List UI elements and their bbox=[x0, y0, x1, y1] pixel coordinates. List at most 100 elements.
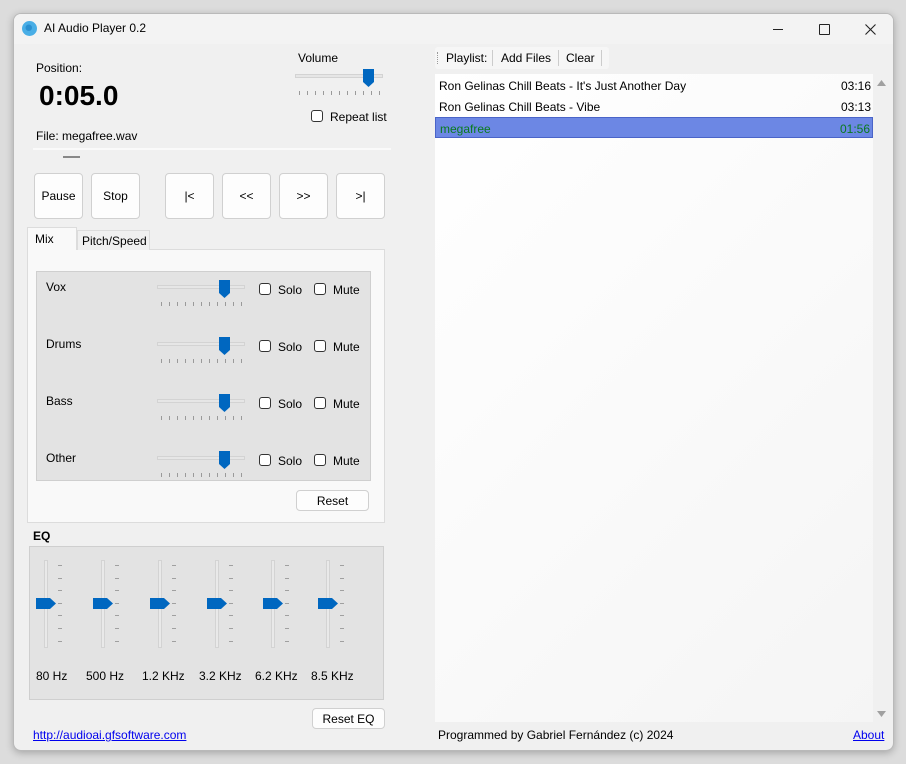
mute-checkbox[interactable] bbox=[314, 454, 326, 466]
maximize-icon bbox=[818, 23, 830, 35]
eq-band-slider[interactable] bbox=[150, 560, 190, 656]
maximize-button[interactable] bbox=[801, 14, 847, 44]
fast-forward-button[interactable]: >> bbox=[279, 173, 328, 219]
tick-mark bbox=[172, 565, 176, 566]
tick-mark bbox=[209, 359, 210, 363]
playlist-item[interactable]: megafree 01:56 bbox=[435, 117, 873, 138]
seek-track[interactable] bbox=[33, 148, 391, 150]
playlist-item-duration: 01:56 bbox=[839, 122, 870, 136]
tick-mark bbox=[115, 590, 119, 592]
reset-eq-button[interactable]: Reset EQ bbox=[312, 708, 385, 729]
eq-slider-thumb[interactable] bbox=[263, 598, 283, 612]
window-title: AI Audio Player 0.2 bbox=[44, 21, 147, 35]
eq-band-slider[interactable] bbox=[263, 560, 303, 656]
close-button[interactable] bbox=[847, 14, 893, 44]
clear-button[interactable]: Clear bbox=[566, 51, 595, 65]
next-track-button[interactable]: >| bbox=[336, 173, 385, 219]
playlist-scrollbar[interactable] bbox=[873, 74, 891, 722]
repeat-list-label: Repeat list bbox=[330, 110, 387, 124]
tick-mark bbox=[172, 577, 176, 579]
minimize-button[interactable] bbox=[755, 14, 801, 44]
tick-mark bbox=[233, 359, 234, 363]
tab-pitch-speed[interactable]: Pitch/Speed bbox=[77, 230, 150, 250]
solo-checkbox[interactable] bbox=[259, 397, 271, 409]
eq-slider-thumb[interactable] bbox=[36, 598, 56, 612]
rewind-button[interactable]: << bbox=[222, 173, 271, 219]
mute-checkbox[interactable] bbox=[314, 340, 326, 352]
mix-track-name: Other bbox=[46, 451, 77, 465]
eq-band-label: 1.2 KHz bbox=[142, 669, 185, 683]
mute-checkbox[interactable] bbox=[314, 397, 326, 409]
eq-band-slider[interactable] bbox=[36, 560, 76, 656]
eq-band-label: 500 Hz bbox=[86, 669, 125, 683]
eq-slider-thumb[interactable] bbox=[207, 598, 227, 612]
mix-panel: Vox Solo Mute Drums Solo Mute Bass Solo Mute Othe… bbox=[36, 271, 371, 481]
tick-mark bbox=[355, 91, 356, 95]
tick-mark bbox=[58, 565, 62, 566]
playlist[interactable]: Ron Gelinas Chill Beats - It's Just Anot… bbox=[435, 74, 873, 722]
tick-mark bbox=[340, 590, 344, 592]
tick-mark bbox=[340, 602, 344, 604]
website-link[interactable]: http://audioai.gfsoftware.com bbox=[33, 728, 186, 742]
tick-mark bbox=[169, 359, 170, 363]
tick-mark bbox=[217, 416, 218, 420]
mute-checkbox[interactable] bbox=[314, 283, 326, 295]
seek-thumb[interactable] bbox=[63, 156, 81, 158]
tick-mark bbox=[323, 91, 324, 95]
mix-level-slider-thumb[interactable] bbox=[218, 337, 230, 355]
solo-checkbox[interactable] bbox=[259, 340, 271, 352]
repeat-list-checkbox[interactable] bbox=[311, 110, 323, 122]
mix-reset-button[interactable]: Reset bbox=[296, 490, 369, 511]
pause-button[interactable]: Pause bbox=[34, 173, 83, 219]
mix-track-level-slider[interactable] bbox=[157, 451, 245, 479]
previous-track-button[interactable]: |< bbox=[165, 173, 214, 219]
solo-label: Solo bbox=[278, 397, 303, 411]
tick-mark bbox=[340, 628, 344, 629]
scroll-up-icon[interactable] bbox=[877, 80, 886, 86]
position-value: 0:05.0 bbox=[39, 80, 119, 111]
about-link[interactable]: About bbox=[853, 728, 884, 742]
mix-level-slider-track[interactable] bbox=[157, 285, 245, 289]
scroll-down-icon[interactable] bbox=[877, 711, 886, 717]
playlist-item-name: Ron Gelinas Chill Beats - It's Just Anot… bbox=[439, 79, 687, 93]
playlist-title: Playlist: bbox=[446, 51, 488, 65]
eq-slider-thumb[interactable] bbox=[93, 598, 113, 612]
mix-level-slider-thumb[interactable] bbox=[218, 451, 230, 469]
add-files-button[interactable]: Add Files bbox=[501, 51, 551, 65]
eq-band-slider[interactable] bbox=[93, 560, 133, 656]
eq-band-slider[interactable] bbox=[207, 560, 247, 656]
tick-mark bbox=[209, 302, 210, 306]
mix-track-level-slider[interactable] bbox=[157, 394, 245, 422]
tick-mark bbox=[241, 473, 242, 477]
mix-track-level-slider[interactable] bbox=[157, 337, 245, 365]
mix-level-slider-track[interactable] bbox=[157, 456, 245, 460]
stop-button[interactable]: Stop bbox=[91, 173, 140, 219]
mix-level-slider-thumb[interactable] bbox=[218, 280, 230, 298]
tick-mark bbox=[241, 359, 242, 363]
playlist-item[interactable]: Ron Gelinas Chill Beats - It's Just Anot… bbox=[435, 75, 873, 96]
tick-mark bbox=[201, 302, 202, 306]
volume-slider[interactable] bbox=[295, 69, 383, 97]
eq-band-slider[interactable] bbox=[318, 560, 358, 656]
mute-label: Mute bbox=[333, 340, 360, 354]
mix-level-slider-track[interactable] bbox=[157, 342, 245, 346]
mix-level-slider-track[interactable] bbox=[157, 399, 245, 403]
mute-label: Mute bbox=[333, 454, 360, 468]
tick-mark bbox=[115, 615, 119, 617]
mix-track-level-slider[interactable] bbox=[157, 280, 245, 308]
solo-checkbox[interactable] bbox=[259, 283, 271, 295]
eq-band-label: 3.2 KHz bbox=[199, 669, 242, 683]
volume-slider-thumb[interactable] bbox=[362, 69, 374, 87]
solo-checkbox[interactable] bbox=[259, 454, 271, 466]
tick-mark bbox=[177, 359, 178, 363]
playlist-item[interactable]: Ron Gelinas Chill Beats - Vibe 03:13 bbox=[435, 96, 873, 117]
mix-track-row: Bass Solo Mute bbox=[37, 394, 370, 434]
eq-slider-thumb[interactable] bbox=[150, 598, 170, 612]
tick-mark bbox=[58, 602, 62, 604]
eq-band-label: 80 Hz bbox=[36, 669, 68, 683]
tick-mark bbox=[58, 590, 62, 592]
tab-mix[interactable]: Mix bbox=[27, 227, 77, 250]
mix-level-slider-thumb[interactable] bbox=[218, 394, 230, 412]
tick-mark bbox=[193, 302, 194, 306]
eq-slider-thumb[interactable] bbox=[318, 598, 338, 612]
